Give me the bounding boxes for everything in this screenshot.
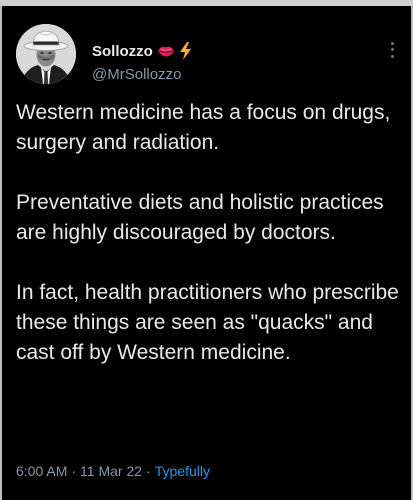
avatar-photo-icon	[16, 24, 76, 84]
lightning-emoji-icon	[179, 42, 192, 60]
separator: ·	[146, 463, 151, 479]
author-handle[interactable]: @MrSollozzo	[92, 66, 181, 83]
lips-emoji-icon	[157, 44, 175, 58]
tweet-time[interactable]: 6:00 AM	[16, 463, 67, 479]
tweet-source-link[interactable]: Typefully	[155, 463, 210, 479]
tweet-paragraph: Western medicine has a focus on drugs, s…	[16, 101, 391, 154]
more-options-icon[interactable]	[387, 40, 397, 60]
author-name-row: Sollozzo	[92, 42, 192, 60]
tweet-paragraph: Preventative diets and holistic practice…	[16, 191, 384, 244]
avatar[interactable]	[16, 24, 76, 84]
tweet-paragraph: In fact, health practitioners who prescr…	[16, 281, 399, 364]
tweet-date[interactable]: 11 Mar 22	[80, 463, 142, 479]
tweet-card: Sollozzo @MrSollozzo Western medicine ha…	[0, 6, 413, 500]
tweet-metadata: 6:00 AM · 11 Mar 22 · Typefully	[16, 463, 210, 479]
separator: ·	[71, 463, 77, 479]
author-display-name[interactable]: Sollozzo	[92, 43, 153, 60]
tweet-text: Western medicine has a focus on drugs, s…	[16, 98, 401, 368]
